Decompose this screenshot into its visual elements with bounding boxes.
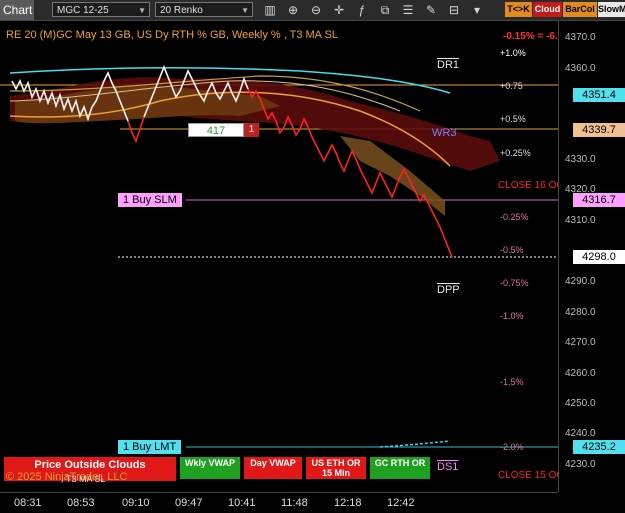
price-tag-pink: 4316.7 [573,193,625,207]
time-tick: 08:31 [14,497,42,509]
price-tag-cyan: 4351.4 [573,88,625,102]
bar-type-selector[interactable]: 20 Renko ▼ [155,2,253,17]
instrument-value: MGC 12-25 [57,5,109,16]
zoom-in-icon[interactable]: ⊕ [285,2,301,18]
pct-label: -0.5% [500,245,524,255]
time-tick: 12:42 [387,497,415,509]
price-tick: 4310.0 [565,215,596,226]
pct-label: -0.25% [500,212,529,222]
price-tick: 4330.0 [565,154,596,165]
bar-chart-icon[interactable]: ▥ [262,2,278,18]
pct-label: -1.0% [500,311,524,321]
t3-ma-label: T3 MA SL [66,474,106,484]
wkly-vwap-button[interactable]: Wkly VWAP [180,457,240,479]
slowma-toggle-button[interactable]: SlowM [598,2,625,17]
time-tick: 11:48 [281,497,308,509]
time-tick: 09:10 [122,497,150,509]
chart-canvas [0,64,558,448]
pct-label: +1.0% [500,48,526,58]
tkc-toggle-button[interactable]: T<>K [505,2,532,17]
price-tick: 4290.0 [565,276,596,287]
dropdown-icon[interactable]: ▾ [469,2,485,18]
price-plot[interactable]: RE 20 (M)GC May 13 GB, US Dy RTH % GB, W… [0,21,573,492]
chart-title: RE 20 (M)GC May 13 GB, US Dy RTH % GB, W… [6,29,338,41]
close-position-button[interactable]: 1 [244,123,259,137]
us-eth-or-button[interactable]: US ETH OR 15 Min [306,457,366,479]
pivot-label-dr1: DR1 [437,59,460,71]
price-axis[interactable]: 4370.0 4360.0 4330.0 4320.0 4310.0 4290.… [558,21,625,492]
price-tick: 4260.0 [565,368,596,379]
order-buy-slm[interactable]: 1 Buy SLM [118,193,182,207]
indicators-icon[interactable]: ƒ [354,2,370,18]
chevron-down-icon: ▼ [241,6,249,15]
bar-type-value: 20 Renko [160,5,203,16]
order-quantity-field[interactable]: 417 [188,123,244,137]
price-tag-last: 4298.0 [573,250,625,264]
price-tick: 4360.0 [565,63,596,74]
time-axis[interactable]: 08:31 08:53 09:10 09:47 10:41 11:48 12:1… [0,492,558,513]
pct-label: +0.25% [500,148,531,158]
cloud-toggle-button[interactable]: Cloud [533,2,562,17]
time-tick: 10:41 [228,497,256,509]
pct-label: +0.75 [500,81,523,91]
barcol-toggle-button[interactable]: BarCol [563,2,597,17]
price-tick: 4240.0 [565,428,596,439]
chevron-down-icon: ▼ [138,6,146,15]
price-tag-orange: 4339.7 [573,123,625,137]
gc-rth-or-button[interactable]: GC RTH OR [370,457,430,479]
session-change: -0.15% = -6.6 [503,31,564,42]
price-tick: 4370.0 [565,32,596,43]
toolbar: Chart MGC 12-25 ▼ 20 Renko ▼ ▥ ⊕ ⊖ ✛ ƒ ⧉… [0,0,625,21]
price-tick: 4280.0 [565,307,596,318]
instrument-selector[interactable]: MGC 12-25 ▼ [52,2,150,17]
time-tick: 12:18 [334,497,362,509]
lock-icon[interactable]: ⊟ [446,2,462,18]
chart-window: Chart MGC 12-25 ▼ 20 Renko ▼ ▥ ⊕ ⊖ ✛ ƒ ⧉… [0,0,625,513]
pct-label: -1.5% [500,377,524,387]
drawing-tools-icon[interactable]: ✎ [423,2,439,18]
time-tick: 09:47 [175,497,203,509]
crosshair-icon[interactable]: ✛ [331,2,347,18]
pct-label: -0.75% [500,278,529,288]
price-tick: 4230.0 [565,459,596,470]
trail-line [379,440,451,448]
zoom-out-icon[interactable]: ⊖ [308,2,324,18]
order-buy-lmt[interactable]: 1 Buy LMT [118,440,182,454]
pct-label: +0.5% [500,114,526,124]
day-vwap-button[interactable]: Day VWAP [244,457,302,479]
chart-menu-button[interactable]: Chart [0,0,34,20]
price-tick: 4250.0 [565,398,596,409]
pivot-label-wr3: WR3 [432,127,457,139]
pivot-label-dpp: DPP [437,284,460,296]
properties-icon[interactable]: ☰ [400,2,416,18]
price-tick: 4270.0 [565,337,596,348]
time-tick: 08:53 [67,497,95,509]
strategies-icon[interactable]: ⧉ [377,2,393,18]
pivot-label-ds1: DS1 [437,461,459,473]
price-tag-cyan-2: 4235.2 [573,440,625,454]
pct-label: -2.0% [500,442,524,452]
